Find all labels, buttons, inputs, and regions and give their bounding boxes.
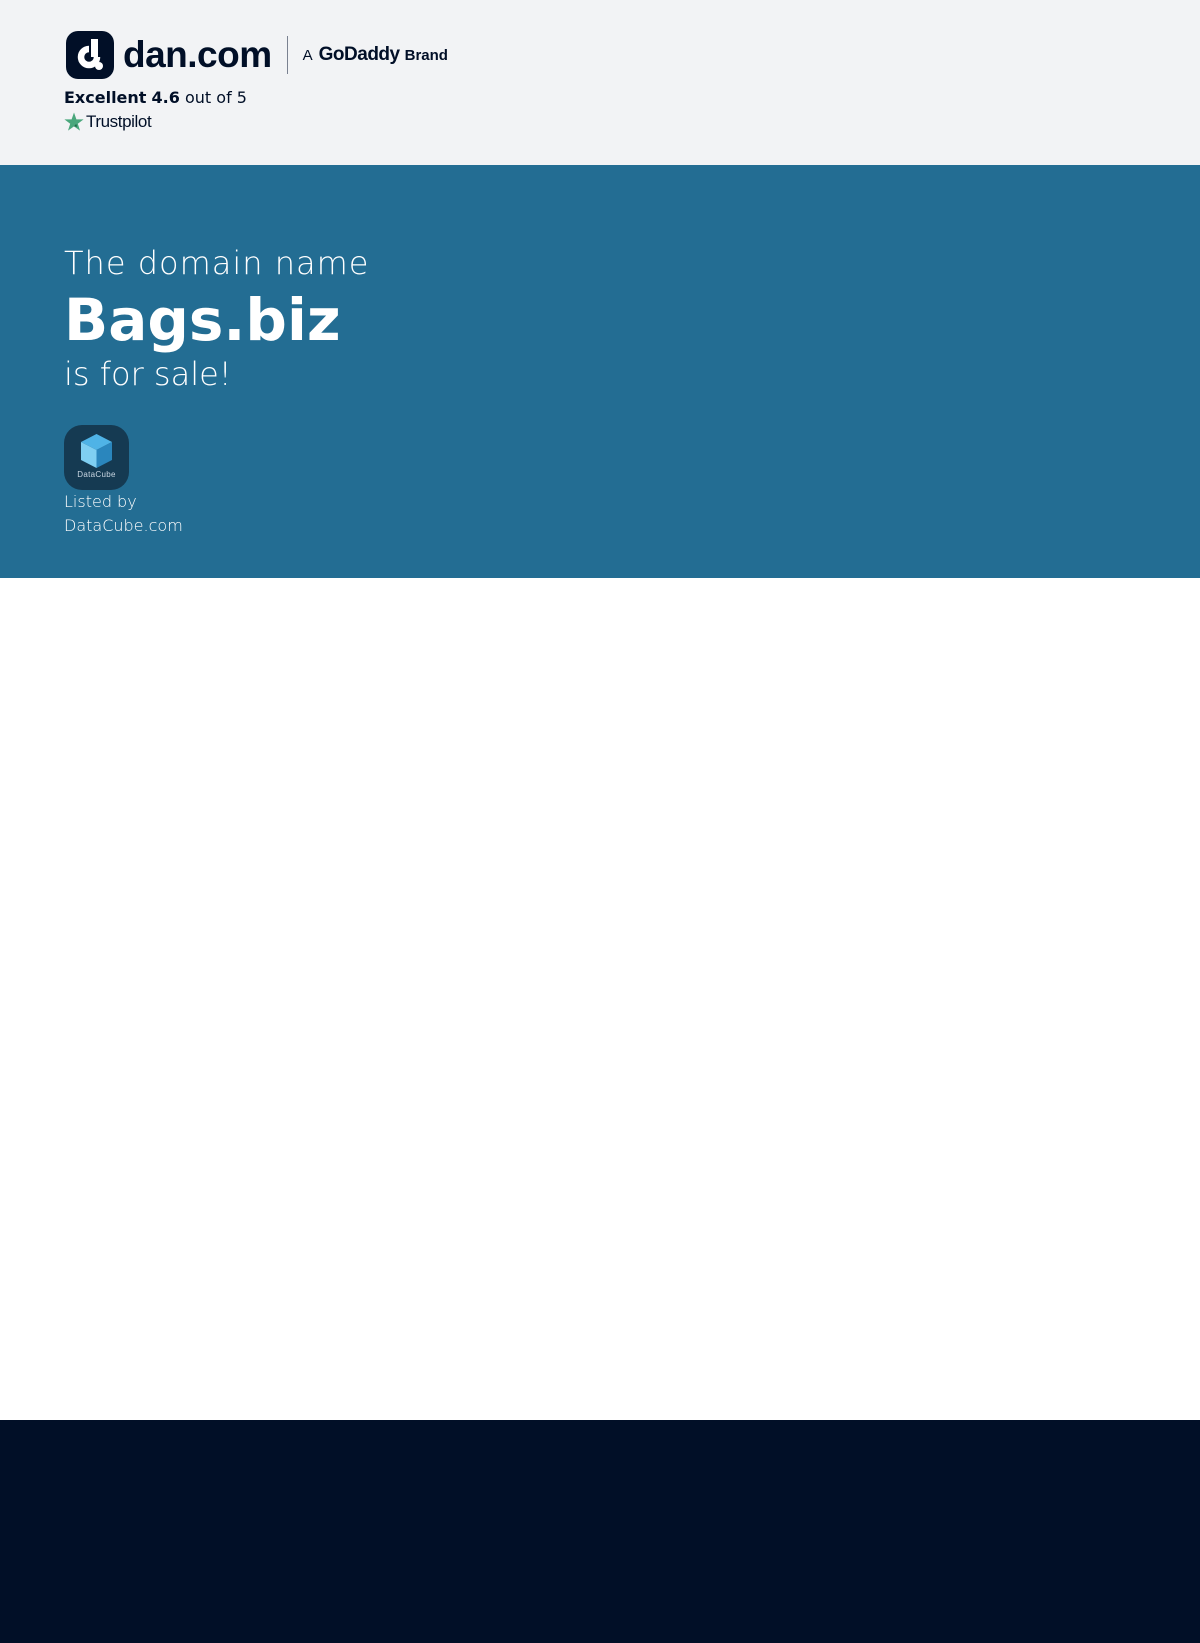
trustpilot-star-icon <box>64 112 84 131</box>
domain-hero: The domain name Bags.biz is for sale! Da… <box>0 165 1200 578</box>
seller-logo[interactable]: DataCube <box>64 425 129 490</box>
brand-wordmark: dan.com <box>123 34 272 75</box>
trustpilot-wordmark: Trustpilot <box>86 112 152 131</box>
datacube-cube-icon <box>81 434 112 468</box>
domain-name: Bags.biz <box>64 286 341 354</box>
main-content-area <box>0 578 1200 1420</box>
seller-logo-text: DataCube <box>77 470 116 479</box>
trustpilot-logo[interactable]: Trustpilot <box>64 111 152 133</box>
brand-logo-link[interactable]: dan.com A GoDaddy Brand <box>66 31 448 79</box>
logo-divider <box>286 36 288 74</box>
site-header: dan.com A GoDaddy Brand Excellent 4.6 ou… <box>0 0 1200 165</box>
rating-score: 4.6 <box>151 88 180 107</box>
rating-label: Excellent <box>64 88 147 107</box>
dan-logo-icon <box>66 31 114 79</box>
seller-name-link[interactable]: DataCube.com <box>64 514 183 538</box>
listed-by-label: Listed by <box>64 492 137 511</box>
hero-pre-text: The domain name <box>64 244 370 282</box>
site-footer <box>0 1420 1200 1643</box>
trustpilot-rating[interactable]: Excellent 4.6 out of 5 <box>64 88 247 108</box>
partner-suffix: Brand <box>404 46 448 64</box>
godaddy-wordmark: GoDaddy <box>318 44 400 65</box>
hero-post-text: is for sale! <box>64 355 232 393</box>
rating-scale: out of 5 <box>184 88 247 107</box>
partner-prefix: A <box>302 46 313 64</box>
